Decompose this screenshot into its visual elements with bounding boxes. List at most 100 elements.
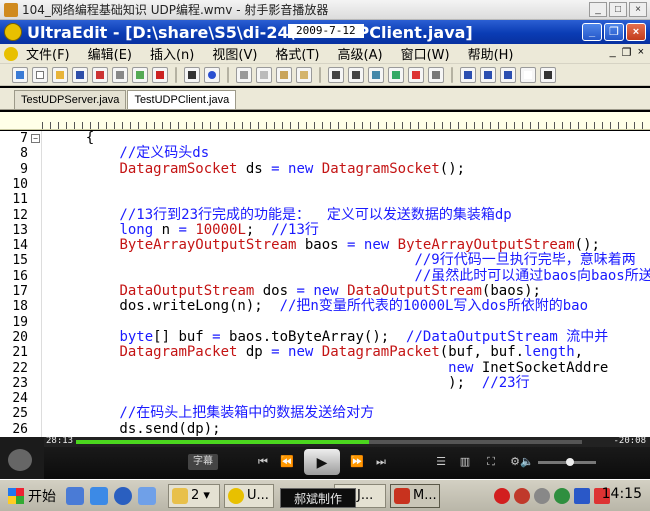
context-help-icon[interactable]: [540, 66, 556, 83]
code-line[interactable]: 13 long n = 10000L; //13行: [0, 221, 650, 238]
menu-view[interactable]: 视图(V): [212, 44, 257, 63]
code-line[interactable]: 22 new InetSocketAddre: [0, 360, 650, 376]
tray-tool-icon[interactable]: [534, 488, 550, 504]
menu-file[interactable]: 文件(F): [26, 44, 70, 63]
subtitle-button[interactable]: 字幕: [188, 454, 218, 470]
taskbar-m[interactable]: M...: [390, 484, 440, 508]
quicklaunch-globe-icon[interactable]: [138, 487, 156, 505]
copy-icon[interactable]: [256, 66, 272, 83]
menu-insert[interactable]: 插入(n): [150, 44, 194, 63]
code-line[interactable]: 17 DataOutputStream dos = new DataOutput…: [0, 283, 650, 299]
start-button[interactable]: 开始: [2, 484, 62, 508]
rewind-icon[interactable]: ⏪: [278, 454, 296, 470]
code-text: new InetSocketAddre: [52, 360, 608, 376]
help-icon[interactable]: [520, 66, 536, 83]
list-icon[interactable]: [184, 66, 200, 83]
save-all-icon[interactable]: [92, 66, 108, 83]
menu-format[interactable]: 格式(T): [275, 44, 319, 63]
cut-icon[interactable]: [236, 66, 252, 83]
close-icon[interactable]: ×: [629, 2, 647, 17]
document-menu-icon[interactable]: [4, 46, 18, 61]
doc-restore-icon[interactable]: ❐: [622, 46, 632, 59]
next-icon[interactable]: ⏭: [372, 454, 390, 470]
code-line[interactable]: 15 //9行代码一旦执行完毕，意味着两: [0, 253, 650, 269]
cascade-icon[interactable]: [500, 66, 516, 83]
volume-slider[interactable]: [538, 458, 596, 466]
code-line[interactable]: 11: [0, 192, 650, 207]
play-icon[interactable]: ▶: [304, 449, 340, 475]
maximize-icon[interactable]: □: [609, 2, 627, 17]
code-token: new: [313, 283, 339, 299]
fast-forward-icon[interactable]: ⏩: [348, 454, 366, 470]
find-in-files-icon[interactable]: [388, 66, 404, 83]
menu-edit[interactable]: 编辑(E): [88, 44, 132, 63]
minimize-icon[interactable]: _: [589, 2, 607, 17]
tray-antivirus-icon[interactable]: [514, 488, 530, 504]
code-line[interactable]: 10: [0, 177, 650, 192]
editor-close-icon[interactable]: ×: [626, 23, 646, 41]
doc-minimize-icon[interactable]: _: [610, 46, 616, 59]
editor-minimize-icon[interactable]: _: [582, 23, 602, 41]
equalizer-icon[interactable]: ▥: [456, 454, 474, 470]
tray-network-icon[interactable]: [554, 488, 570, 504]
playlist-icon[interactable]: ☰: [432, 454, 450, 470]
code-line[interactable]: 23 ); //23行: [0, 375, 650, 391]
tray-record-icon[interactable]: [494, 488, 510, 504]
player-window-controls: _ □ ×: [589, 2, 647, 17]
fullscreen-icon[interactable]: ⛶: [482, 454, 500, 470]
code-editor[interactable]: 7− {8 //定义码头ds 9 DatagramSocket ds = new …: [0, 131, 650, 437]
volume-icon[interactable]: 🔈: [518, 454, 536, 470]
quicklaunch-ie-icon[interactable]: [90, 487, 108, 505]
menu-advanced[interactable]: 高级(A): [338, 44, 383, 63]
code-line[interactable]: 25 //在码头上把集装箱中的数据发送给对方: [0, 406, 650, 422]
code-line[interactable]: 16 //虽然此时可以通过baos向baos所送: [0, 268, 650, 284]
tab-testudpclient[interactable]: TestUDPClient.java: [127, 90, 237, 109]
code-text: DatagramPacket dp = new DatagramPacket(b…: [52, 345, 583, 360]
code-token: [] buf: [153, 328, 213, 345]
taskbar-folders[interactable]: 2 ▾: [168, 484, 220, 508]
menu-window[interactable]: 窗口(W): [401, 44, 450, 63]
save-icon[interactable]: [72, 66, 88, 83]
clipboard-icon[interactable]: [296, 66, 312, 83]
code-line[interactable]: 18 dos.writeLong(n); //把n变量所代表的10000L写入d…: [0, 299, 650, 315]
code-line[interactable]: 7− {: [0, 131, 650, 146]
open-folder-icon[interactable]: [52, 66, 68, 83]
previous-icon[interactable]: ⏮: [254, 454, 272, 470]
code-line[interactable]: 19: [0, 315, 650, 330]
code-line[interactable]: 20 byte[] buf = baos.toByteArray(); //Da…: [0, 328, 650, 345]
code-token: long: [119, 221, 154, 238]
volume-knob[interactable]: [565, 458, 574, 466]
bookmark-icon[interactable]: [428, 66, 444, 83]
code-token: length: [524, 344, 575, 361]
tile-vertical-icon[interactable]: [480, 66, 496, 83]
code-line[interactable]: 9 DatagramSocket ds = new DatagramSocket…: [0, 161, 650, 177]
tab-testudpserver[interactable]: TestUDPServer.java: [14, 90, 127, 109]
find-next-icon[interactable]: [348, 66, 364, 83]
quicklaunch-browser-icon[interactable]: [114, 487, 132, 505]
user-icon[interactable]: [8, 449, 32, 471]
code-line[interactable]: 21 DatagramPacket dp = new DatagramPacke…: [0, 345, 650, 361]
find-icon[interactable]: [328, 66, 344, 83]
ftp-icon[interactable]: [204, 66, 220, 83]
goto-icon[interactable]: [408, 66, 424, 83]
paste-icon[interactable]: [276, 66, 292, 83]
seek-bar[interactable]: 28:13 -20:08: [44, 436, 650, 447]
replace-icon[interactable]: [368, 66, 384, 83]
doc-close-icon[interactable]: ×: [638, 46, 644, 59]
tile-horizontal-icon[interactable]: [460, 66, 476, 83]
menu-help[interactable]: 帮助(H): [468, 44, 514, 63]
close-file-icon[interactable]: [152, 66, 168, 83]
print-preview-icon[interactable]: [132, 66, 148, 83]
tray-shield-icon[interactable]: [574, 488, 590, 504]
code-line[interactable]: 12 //13行到23行完成的功能是： 定义可以发送数据的集装箱dp: [0, 207, 650, 223]
quicklaunch-desktop-icon[interactable]: [66, 487, 84, 505]
code-line[interactable]: 8 //定义码头ds: [0, 146, 650, 162]
code-line[interactable]: 26 ds.send(dp);: [0, 421, 650, 437]
taskbar-ultraedit[interactable]: U...: [224, 484, 274, 508]
open-icon[interactable]: [12, 66, 28, 83]
fold-toggle-icon[interactable]: −: [31, 134, 40, 143]
print-icon[interactable]: [112, 66, 128, 83]
editor-restore-icon[interactable]: ❐: [604, 23, 624, 41]
new-file-icon[interactable]: [32, 66, 48, 83]
